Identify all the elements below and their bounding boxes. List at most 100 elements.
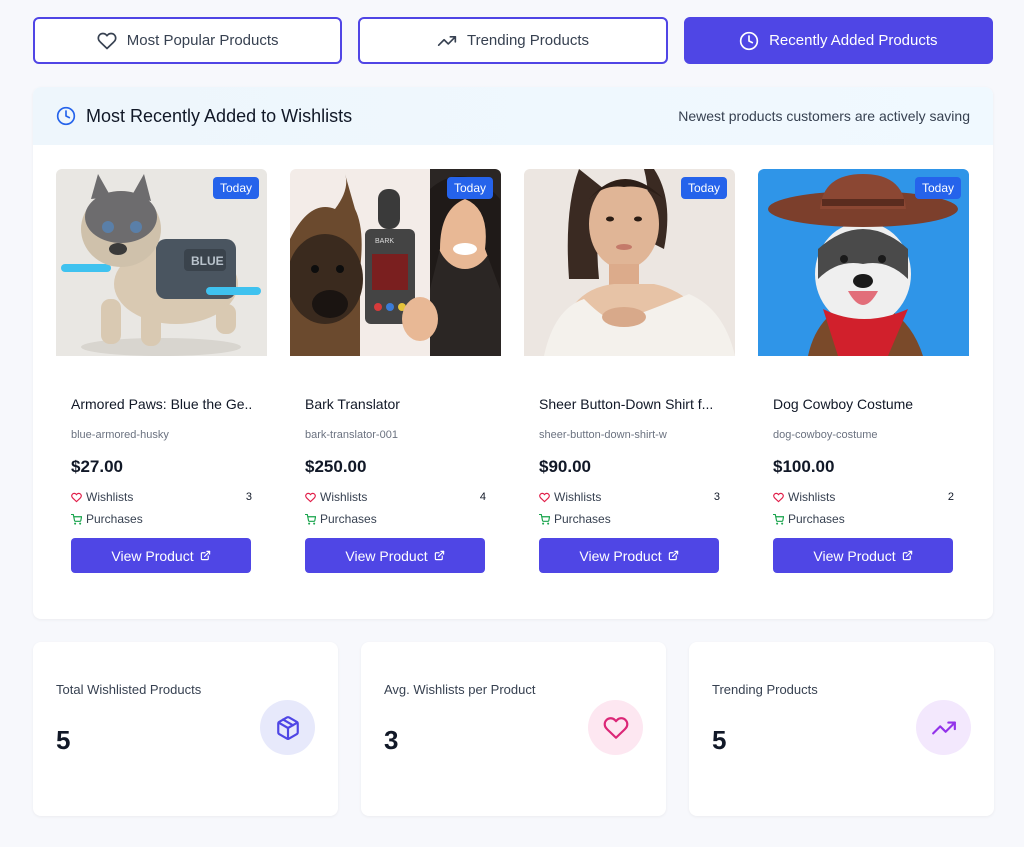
purchases-row: Purchases [305, 512, 486, 526]
today-badge: Today [446, 177, 493, 199]
wishlists-row: Wishlists 4 [305, 490, 486, 504]
purchases-label: Purchases [320, 512, 377, 526]
product-card: BLUE Today Armored Paws: Blue the Ge... … [56, 169, 267, 573]
wishlists-label: Wishlists [788, 490, 836, 504]
wishlists-count: 3 [245, 491, 252, 503]
heart-icon [97, 32, 117, 49]
purchases-label: Purchases [788, 512, 845, 526]
tab-trending[interactable]: Trending Products [358, 17, 668, 64]
product-price: $100.00 [773, 457, 835, 476]
product-info: Armored Paws: Blue the Ge... blue-armore… [56, 356, 267, 573]
external-link-icon [200, 550, 210, 561]
stat-icon-wrap [916, 700, 971, 755]
heart-icon [773, 492, 784, 502]
tab-most-popular[interactable]: Most Popular Products [33, 17, 343, 64]
product-info: Bark Translator bark-translator-001 $250… [290, 356, 501, 573]
today-badge: Today [680, 177, 727, 199]
cart-icon [539, 513, 550, 525]
product-price: $27.00 [71, 457, 123, 476]
product-name: Sheer Button-Down Shirt f... [539, 396, 714, 412]
cart-icon [305, 513, 316, 525]
product-grid: BLUE Today Armored Paws: Blue the Ge... … [56, 169, 969, 573]
wishlists-label: Wishlists [554, 490, 602, 504]
panel-subtitle: Newest products customers are actively s… [678, 108, 970, 124]
purchases-row: Purchases [71, 512, 252, 526]
product-price: $250.00 [305, 457, 367, 476]
product-card: Today Dog Cowboy Costume dog-cowboy-cost… [758, 169, 969, 573]
clock-icon [739, 31, 759, 50]
heart-icon [305, 492, 316, 502]
svg-text:BARK: BARK [375, 238, 394, 245]
tab-label: Trending Products [466, 32, 589, 49]
view-product-button[interactable]: View Product [773, 538, 953, 573]
wishlists-row: Wishlists 3 [71, 490, 252, 504]
today-badge: Today [212, 177, 259, 199]
view-product-label: View Product [111, 547, 194, 564]
panel-header: Most Recently Added to Wishlists Newest … [33, 87, 993, 145]
view-product-button[interactable]: View Product [71, 538, 251, 573]
product-name: Bark Translator [305, 396, 400, 412]
view-product-button[interactable]: View Product [305, 538, 485, 573]
recently-added-panel: Most Recently Added to Wishlists Newest … [33, 87, 993, 619]
stat-card-trending: Trending Products 5 [689, 642, 994, 816]
purchases-row: Purchases [773, 512, 954, 526]
panel-title-text: Most Recently Added to Wishlists [86, 105, 353, 126]
stat-icon-wrap [260, 700, 315, 755]
purchases-label: Purchases [86, 512, 143, 526]
trending-up-icon [437, 35, 457, 46]
product-price: $90.00 [539, 457, 591, 476]
product-image[interactable]: BARK Today [290, 169, 501, 356]
product-info: Dog Cowboy Costume dog-cowboy-costume $1… [758, 356, 969, 573]
tab-recently-added[interactable]: Recently Added Products [683, 17, 993, 64]
stats-row: Total Wishlisted Products 5 Avg. Wishlis… [33, 642, 994, 816]
external-link-icon [668, 550, 678, 561]
wishlists-row: Wishlists 2 [773, 490, 954, 504]
external-link-icon [902, 550, 912, 561]
product-card: BARK Today Bark Translator bark-translat… [290, 169, 501, 573]
svg-text:BLUE: BLUE [191, 254, 224, 268]
purchases-label: Purchases [554, 512, 611, 526]
heart-icon [71, 492, 82, 502]
purchases-row: Purchases [539, 512, 720, 526]
trending-up-icon [931, 721, 956, 734]
cart-icon [71, 513, 82, 525]
product-card: Today Sheer Button-Down Shirt f... sheer… [524, 169, 735, 573]
panel-title: Most Recently Added to Wishlists [56, 106, 352, 127]
heart-icon [603, 716, 628, 739]
product-image[interactable]: BLUE Today [56, 169, 267, 356]
view-product-button[interactable]: View Product [539, 538, 719, 573]
product-slug: bark-translator-001 [305, 429, 398, 441]
clock-icon [56, 106, 76, 126]
wishlists-label: Wishlists [320, 490, 368, 504]
view-product-label: View Product [579, 547, 662, 564]
product-slug: dog-cowboy-costume [773, 429, 878, 441]
product-slug: blue-armored-husky [71, 429, 169, 441]
stat-card-avg-wishlists: Avg. Wishlists per Product 3 [361, 642, 666, 816]
wishlists-count: 2 [947, 491, 954, 503]
today-badge: Today [914, 177, 961, 199]
tab-label: Recently Added Products [769, 32, 938, 49]
stat-icon-wrap [588, 700, 643, 755]
tab-label: Most Popular Products [126, 32, 279, 49]
cart-icon [773, 513, 784, 525]
product-name: Armored Paws: Blue the Ge... [71, 396, 252, 412]
stat-label: Avg. Wishlists per Product [384, 682, 536, 697]
wishlists-row: Wishlists 3 [539, 490, 720, 504]
view-product-label: View Product [345, 547, 428, 564]
external-link-icon [434, 550, 444, 561]
stat-label: Trending Products [712, 682, 818, 697]
stat-card-total-wishlisted: Total Wishlisted Products 5 [33, 642, 338, 816]
view-tabs: Most Popular Products Trending Products … [33, 17, 993, 64]
product-image[interactable]: Today [758, 169, 969, 356]
package-icon [276, 715, 299, 740]
wishlists-label: Wishlists [86, 490, 134, 504]
view-product-label: View Product [813, 547, 896, 564]
wishlists-count: 3 [713, 491, 720, 503]
wishlists-count: 4 [479, 491, 486, 503]
product-name: Dog Cowboy Costume [773, 396, 914, 412]
stat-label: Total Wishlisted Products [56, 682, 202, 697]
product-slug: sheer-button-down-shirt-w [539, 429, 667, 441]
product-info: Sheer Button-Down Shirt f... sheer-butto… [524, 356, 735, 573]
heart-icon [539, 492, 550, 502]
product-image[interactable]: Today [524, 169, 735, 356]
